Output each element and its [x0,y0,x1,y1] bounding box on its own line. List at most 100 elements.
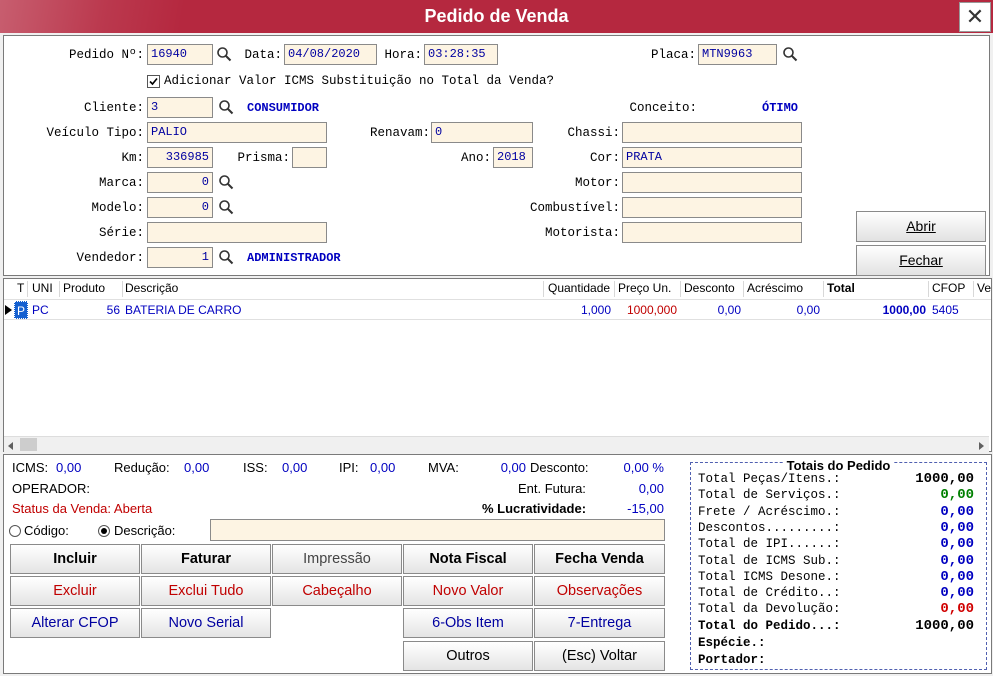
totals-row-value: 0,00 [940,568,974,585]
km-label: Km: [121,151,144,165]
totals-row-label: Total da Devolução: [698,602,841,617]
placa-label: Placa: [650,48,696,62]
cliente-input[interactable]: 3 [147,97,213,118]
nota-fiscal-button-label: Nota Fiscal [429,551,507,567]
col-header-t[interactable]: T [14,281,28,297]
scroll-left-icon[interactable] [6,439,16,450]
chassi-input[interactable] [622,122,802,143]
ano-input[interactable]: 2018 [493,147,533,168]
totals-row-label: Total ICMS Desone.: [698,569,841,584]
conceito-value: ÓTIMO [762,101,799,115]
fecha-venda-button[interactable]: Fecha Venda [534,544,665,574]
renavam-input[interactable]: 0 [431,122,533,143]
cabecalho-button[interactable]: Cabeçalho [272,576,402,606]
codigo-radio[interactable] [9,525,21,537]
reducao-label: Redução: [114,460,170,475]
cell-produto[interactable]: 56 [60,301,120,319]
horizontal-scrollbar[interactable] [4,436,989,452]
novo-serial-button[interactable]: Novo Serial [141,608,271,638]
incluir-button[interactable]: Incluir [10,544,140,574]
col-header-total[interactable]: Total [824,281,929,297]
nota-fiscal-button[interactable]: Nota Fiscal [403,544,533,574]
exclui-tudo-button-label: Exclui Tudo [168,583,244,599]
cell-desconto[interactable]: 0,00 [681,301,741,319]
col-header-uni[interactable]: UNI [29,281,60,297]
modelo-input[interactable]: 0 [147,197,213,218]
km-input[interactable]: 336985 [147,147,213,168]
scroll-right-icon[interactable] [976,439,986,450]
outros-button[interactable]: Outros [403,641,533,671]
cell-descricao[interactable]: BATERIA DE CARRO [125,301,543,319]
pedido-input[interactable]: 16940 [147,44,213,65]
cor-label: Cor: [589,151,620,165]
veiculo-input[interactable]: PALIO [147,122,327,143]
prisma-label: Prisma: [237,151,290,165]
serie-input[interactable] [147,222,327,243]
data-input[interactable]: 04/08/2020 [284,44,377,65]
search-modelo-icon[interactable] [218,199,234,215]
placa-input[interactable]: MTN9963 [698,44,777,65]
incluir-button-label: Incluir [53,551,97,567]
fecha-venda-button-label: Fecha Venda [555,551,644,567]
fechar-button[interactable]: Fechar [856,245,986,276]
combustivel-input[interactable] [622,197,802,218]
novo-valor-button[interactable]: Novo Valor [403,576,533,606]
ent-futura-label: Ent. Futura: [518,481,586,496]
abrir-button-label: Abrir [906,218,936,234]
cell-quantidade[interactable]: 1,000 [545,301,611,319]
motor-input[interactable] [622,172,802,193]
cell-uni[interactable]: PC [32,301,60,319]
exclui-tudo-button[interactable]: Exclui Tudo [141,576,271,606]
operador-label: OPERADOR: [12,481,91,496]
cor-input[interactable]: PRATA [622,147,802,168]
faturar-button[interactable]: Faturar [141,544,271,574]
excluir-button[interactable]: Excluir [10,576,140,606]
ent-futura-value: 0,00 [638,481,664,496]
col-header-quantidade[interactable]: Quantidade [545,281,615,297]
totals-row-value: 0,00 [940,519,974,536]
col-header-ve[interactable]: Ve [974,281,992,297]
search-marca-icon[interactable] [218,174,234,190]
alterar-cfop-button[interactable]: Alterar CFOP [10,608,140,638]
col-header-produto[interactable]: Produto [60,281,123,297]
hora-input[interactable]: 03:28:35 [424,44,498,65]
voltar-button[interactable]: (Esc) Voltar [534,641,665,671]
impressao-button[interactable]: Impressão [272,544,402,574]
cell-preco[interactable]: 1000,000 [615,301,677,319]
marca-input[interactable]: 0 [147,172,213,193]
cell-acrescimo[interactable]: 0,00 [744,301,820,319]
icms-label: ICMS: [12,460,49,475]
totals-row-label: Descontos.........: [698,520,841,535]
vendedor-input[interactable]: 1 [147,247,213,268]
search-pedido-icon[interactable] [216,46,232,62]
prisma-input[interactable] [292,147,327,168]
product-search-input[interactable] [210,519,665,541]
totals-row-label: Total de Crédito..: [698,586,841,601]
search-cliente-icon[interactable] [218,99,234,115]
col-header-descricao[interactable]: Descrição [122,281,544,297]
search-placa-icon[interactable] [782,46,798,62]
scroll-thumb[interactable] [20,438,37,451]
novo-valor-button-label: Novo Valor [432,583,504,599]
observacoes-button[interactable]: Observações [534,576,665,606]
motorista-input[interactable] [622,222,802,243]
obs-item-button[interactable]: 6-Obs Item [403,608,533,638]
abrir-button[interactable]: Abrir [856,211,986,242]
descricao-radio[interactable] [98,525,110,537]
close-button[interactable]: ✕ [959,2,991,32]
icms-value: 0,00 [56,460,82,475]
cell-cfop[interactable]: 5405 [932,301,974,319]
icms-checkbox[interactable] [147,75,160,88]
search-vendedor-icon[interactable] [218,249,234,265]
col-header-acrescimo[interactable]: Acréscimo [744,281,824,297]
cell-t[interactable]: P [14,301,28,319]
col-header-desconto[interactable]: Desconto [681,281,744,297]
col-header-cfop[interactable]: CFOP [929,281,974,297]
mva-value: 0,00 [500,460,526,475]
totals-row-value: 0,00 [940,487,974,504]
cell-total[interactable]: 1000,00 [824,301,926,319]
pedido-label: Pedido Nº: [68,48,144,62]
entrega-button[interactable]: 7-Entrega [534,608,665,638]
totals-row-label: Total Peças/Itens.: [698,472,841,486]
col-header-preco[interactable]: Preço Un. [615,281,681,297]
